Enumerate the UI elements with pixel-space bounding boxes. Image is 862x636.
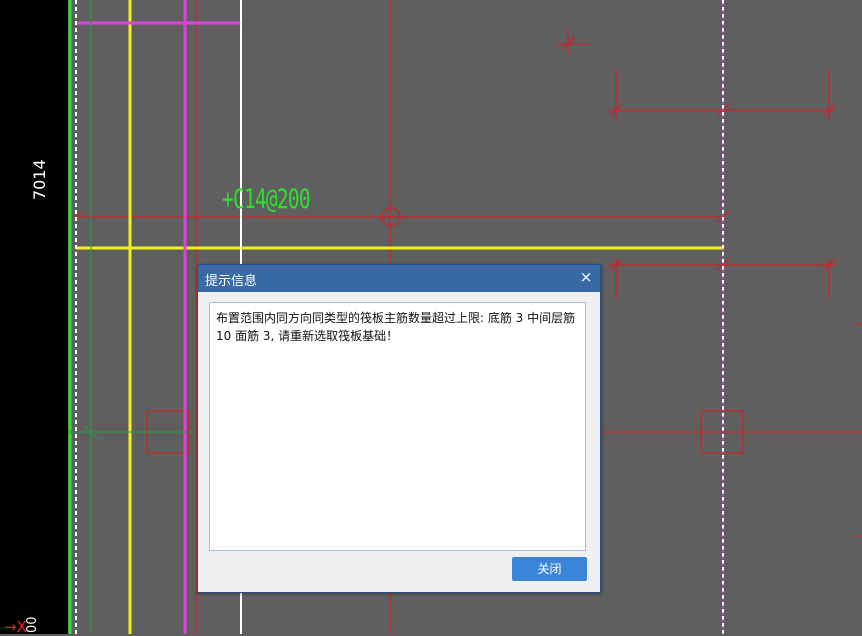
rebar-annotation[interactable]: +C14@200 xyxy=(222,184,311,215)
dialog-titlebar[interactable]: 提示信息 × xyxy=(198,265,600,292)
axis-x-label: →X xyxy=(4,618,27,636)
close-button[interactable]: 关闭 xyxy=(512,557,587,581)
ruler-dimension-label: 7014 xyxy=(30,159,49,200)
message-box: 布置范围内同方向同类型的筏板主筋数量超过上限: 底筋 3 中间层筋 10 面筋 … xyxy=(209,302,586,551)
message-text: 布置范围内同方向同类型的筏板主筋数量超过上限: 底筋 3 中间层筋 10 面筋 … xyxy=(216,311,576,343)
info-dialog: 提示信息 × 布置范围内同方向同类型的筏板主筋数量超过上限: 底筋 3 中间层筋… xyxy=(197,264,601,593)
vertical-ruler: 7014 →X 00 xyxy=(0,0,68,636)
close-icon[interactable]: × xyxy=(578,268,594,286)
dialog-title: 提示信息 xyxy=(205,274,258,289)
axis-tick-label: 00 xyxy=(25,616,40,633)
